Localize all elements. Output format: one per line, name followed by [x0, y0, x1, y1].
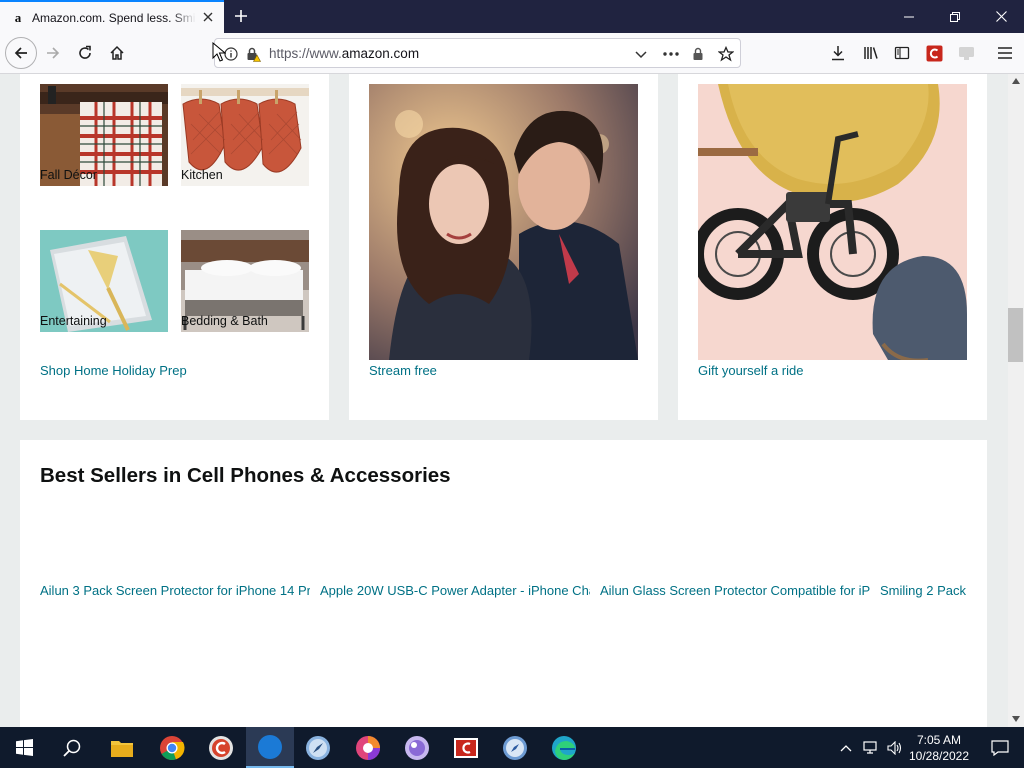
reload-button[interactable] [70, 38, 100, 68]
best-seller-item-2[interactable]: Apple 20W USB-C Power Adapter - iPhone C… [320, 583, 590, 598]
best-seller-item-1[interactable]: Ailun 3 Pack Screen Protector for iPhone… [40, 583, 310, 598]
clock-date: 10/28/2022 [908, 749, 970, 763]
extension-button[interactable] [951, 38, 981, 68]
amazon-favicon-icon: a [14, 9, 22, 25]
app-c-icon[interactable] [208, 735, 234, 761]
address-bar[interactable]: https://www.amazon.com [214, 38, 741, 68]
browser-tab-amazon[interactable]: a Amazon.com. Spend less. Smile more. [0, 0, 224, 33]
clock-time: 7:05 AM [916, 733, 962, 747]
windows-logo-icon [15, 739, 33, 756]
safari-like-icon[interactable] [305, 735, 331, 761]
shop-home-holiday-prep-link[interactable]: Shop Home Holiday Prep [40, 363, 187, 378]
minimize-window-button[interactable] [886, 0, 932, 33]
sidebar-icon [894, 46, 910, 60]
start-button[interactable] [0, 727, 48, 768]
download-icon [832, 46, 844, 61]
network-icon [863, 740, 877, 754]
ebike-image[interactable] [698, 84, 967, 360]
close-window-button[interactable] [978, 0, 1024, 33]
colorful-app-icon[interactable] [355, 735, 381, 761]
speaker-icon [887, 740, 902, 755]
plus-icon [235, 10, 247, 22]
red-c-app-icon[interactable] [453, 735, 479, 761]
page-actions-icon[interactable] [661, 44, 681, 64]
sidebar-button[interactable] [887, 38, 917, 68]
category-label-entertaining[interactable]: Entertaining [40, 314, 107, 328]
category-label-kitchen[interactable]: Kitchen [181, 168, 223, 182]
gift-ride-card: Gift yourself a ride [678, 74, 987, 420]
notification-icon [991, 739, 1009, 756]
url-host: amazon.com [341, 46, 420, 61]
url-scheme: https://www. [269, 46, 342, 61]
insecure-lock-icon[interactable] [243, 44, 263, 64]
monitor-extension-icon [958, 46, 974, 60]
category-label-fall-decor[interactable]: Fall Décor [40, 168, 97, 182]
best-seller-item-4[interactable]: Smiling 2 Pack [880, 583, 967, 598]
best-seller-item-3[interactable]: Ailun Glass Screen Protector Compatible … [600, 583, 870, 598]
chrome-icon[interactable] [159, 735, 185, 761]
close-tab-icon[interactable] [200, 9, 216, 25]
scroll-down-icon[interactable] [1012, 716, 1020, 722]
downloads-button[interactable] [823, 38, 853, 68]
arrow-right-icon [47, 47, 60, 59]
windows-taskbar: 7:05 AM 10/28/2022 [0, 727, 1024, 768]
red-c-extension-icon [926, 45, 942, 61]
compass-blue-icon[interactable] [502, 735, 528, 761]
bookmark-star-icon[interactable] [716, 44, 736, 64]
library-button[interactable] [856, 38, 886, 68]
chevron-down-icon[interactable] [631, 44, 651, 64]
movie-couple-image[interactable] [369, 84, 638, 360]
url-text[interactable]: https://www.amazon.com [269, 46, 419, 61]
new-tab-button[interactable] [230, 5, 252, 27]
restore-window-button[interactable] [932, 0, 978, 33]
gift-yourself-a-ride-link[interactable]: Gift yourself a ride [698, 363, 804, 378]
hamburger-menu-icon [998, 47, 1012, 59]
chevron-up-icon [840, 744, 852, 751]
vertical-scrollbar[interactable] [1008, 74, 1024, 727]
extension-c-button[interactable] [919, 38, 949, 68]
show-hidden-icons-button[interactable] [836, 727, 856, 768]
stream-free-card: Stream free [349, 74, 658, 420]
best-sellers-section: Best Sellers in Cell Phones & Accessorie… [20, 440, 987, 727]
scroll-up-icon[interactable] [1012, 78, 1020, 84]
tab-title: Amazon.com. Spend less. Smile more. [32, 10, 196, 25]
home-icon [110, 45, 124, 60]
edge-icon[interactable] [551, 735, 577, 761]
search-button[interactable] [48, 727, 96, 768]
restore-icon [950, 11, 960, 22]
notifications-button[interactable] [976, 727, 1024, 768]
purple-app-icon[interactable] [404, 735, 430, 761]
lock-icon[interactable] [688, 44, 708, 64]
home-holiday-card: Fall Décor Kitchen Entertaining Bedding … [20, 74, 329, 420]
home-button[interactable] [102, 38, 132, 68]
volume-button[interactable] [884, 727, 906, 768]
active-app-button[interactable] [246, 727, 294, 768]
forward-button[interactable] [38, 38, 68, 68]
taskbar-clock[interactable]: 7:05 AM 10/28/2022 [904, 732, 974, 764]
back-button[interactable] [5, 37, 37, 69]
library-icon [864, 47, 878, 59]
minimize-icon [904, 16, 914, 17]
search-icon [63, 739, 81, 757]
close-icon [995, 11, 1007, 22]
file-explorer-icon[interactable] [109, 735, 135, 761]
stream-free-link[interactable]: Stream free [369, 363, 437, 378]
arrow-left-icon [14, 47, 27, 59]
mouse-cursor-icon [212, 42, 226, 62]
category-label-bedding-bath[interactable]: Bedding & Bath [181, 314, 268, 328]
best-sellers-title: Best Sellers in Cell Phones & Accessorie… [40, 464, 451, 487]
network-button[interactable] [860, 727, 882, 768]
compass-app-icon [258, 734, 282, 759]
reload-icon [79, 45, 91, 59]
scrollbar-thumb[interactable] [1008, 308, 1023, 362]
browser-toolbar: https://www.amazon.com [0, 33, 1024, 74]
page-content: Fall Décor Kitchen Entertaining Bedding … [0, 74, 1008, 727]
menu-button[interactable] [990, 38, 1020, 68]
browser-tab-bar: a Amazon.com. Spend less. Smile more. [0, 0, 1024, 33]
